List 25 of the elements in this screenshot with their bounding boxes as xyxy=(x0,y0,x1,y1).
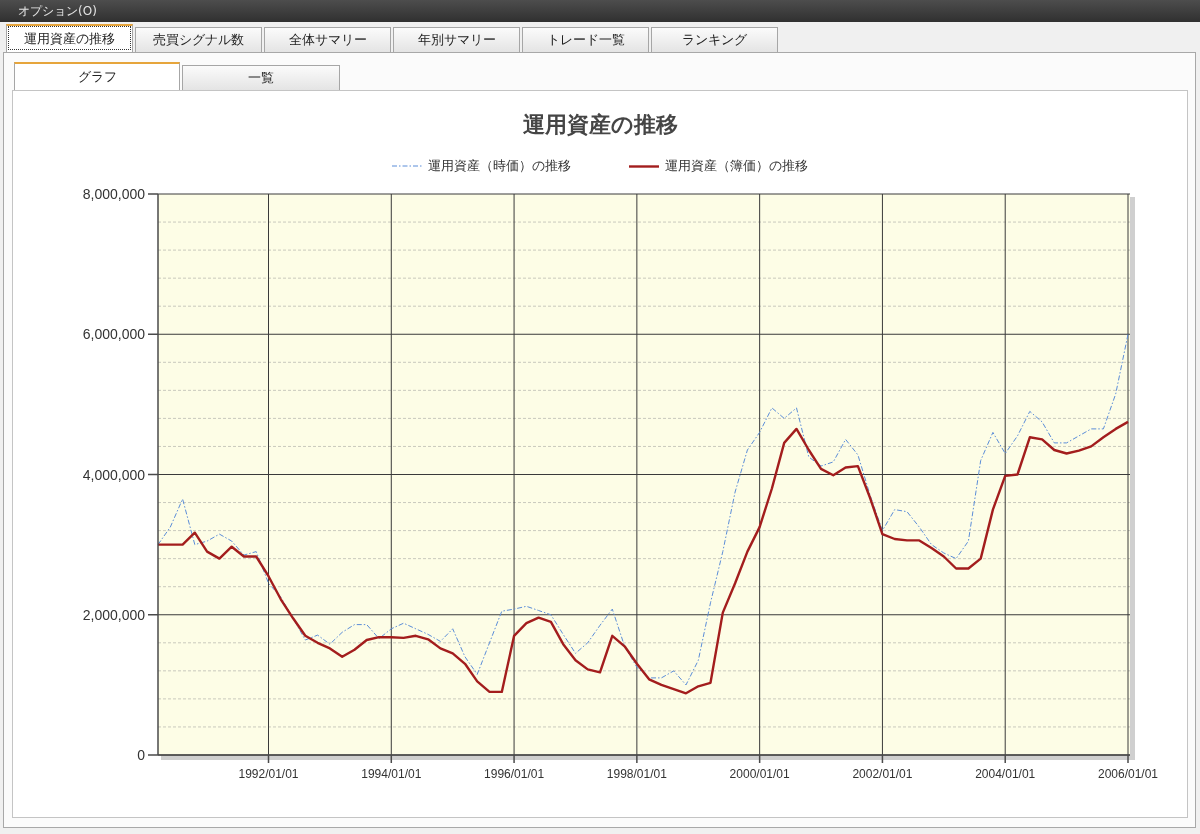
tab[interactable]: 一覧 xyxy=(182,65,340,90)
chart-title: 運用資産の推移 xyxy=(522,111,678,139)
axis-label: 1992/01/01 xyxy=(238,767,299,781)
tab[interactable]: トレード一覧 xyxy=(522,27,649,52)
axis-label: 2002/01/01 xyxy=(852,767,913,781)
axis-label: 1994/01/01 xyxy=(361,767,422,781)
axis-label: 1996/01/01 xyxy=(484,767,545,781)
tab[interactable]: 運用資産の推移 xyxy=(6,24,133,52)
axis-label: 4,000,000 xyxy=(82,466,145,483)
axis-label: 6,000,000 xyxy=(82,326,145,343)
axis-label: 2,000,000 xyxy=(82,606,145,623)
tab[interactable]: 年別サマリー xyxy=(393,27,520,52)
axis-label: 8,000,000 xyxy=(82,186,145,202)
axis-label: 2000/01/01 xyxy=(729,767,790,781)
axis-label: 1998/01/01 xyxy=(606,767,667,781)
axis-label: 2006/01/01 xyxy=(1097,767,1159,781)
tab[interactable]: ランキング xyxy=(651,27,778,52)
tab[interactable]: 売買シグナル数 xyxy=(135,27,262,52)
legend-label: 運用資産（簿価）の推移 xyxy=(665,157,808,175)
axis-label: 2004/01/01 xyxy=(975,767,1036,781)
legend-label: 運用資産（時価）の推移 xyxy=(428,157,571,175)
axis-label: 0 xyxy=(137,747,145,763)
tab[interactable]: 全体サマリー xyxy=(264,27,391,52)
menu-item[interactable]: オプション(O) xyxy=(18,3,97,19)
tab[interactable]: グラフ xyxy=(14,62,180,90)
